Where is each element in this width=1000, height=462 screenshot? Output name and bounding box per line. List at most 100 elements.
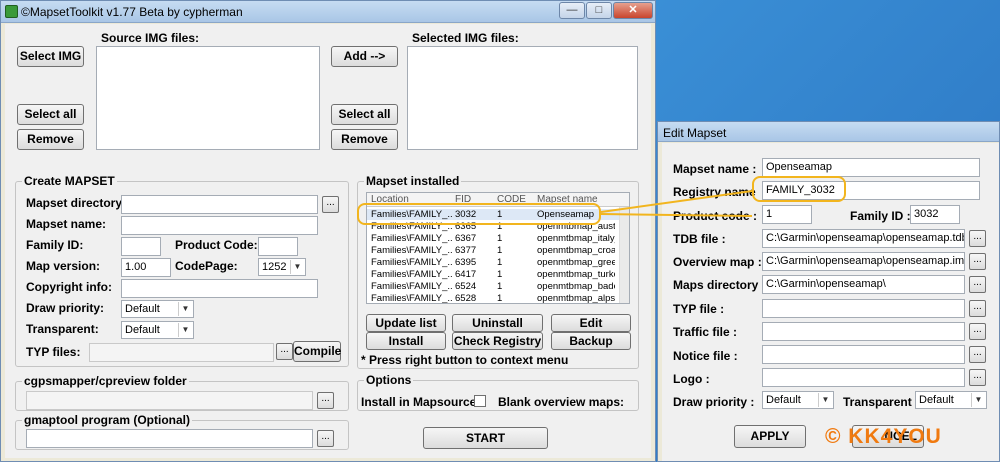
- check-registry-button[interactable]: Check Registry: [452, 332, 543, 350]
- edit-draw-priority-select[interactable]: Default ▼: [762, 391, 834, 409]
- edit-button[interactable]: Edit: [551, 314, 631, 332]
- codepage-select[interactable]: 1252 ▼: [258, 258, 306, 276]
- minimize-button[interactable]: —: [559, 2, 585, 19]
- update-list-button[interactable]: Update list: [366, 314, 446, 332]
- tdb-file-browse-button[interactable]: ...: [969, 230, 986, 247]
- logo-label: Logo :: [673, 372, 710, 386]
- typ-file-browse-button[interactable]: ...: [969, 300, 986, 317]
- edit-transparent-label: Transparent :: [843, 395, 920, 409]
- row-code: 1: [497, 233, 503, 244]
- copyright-input[interactable]: [121, 279, 318, 298]
- draw-priority-select[interactable]: Default ▼: [121, 300, 194, 318]
- source-img-list[interactable]: [96, 46, 320, 150]
- install-button[interactable]: Install: [366, 332, 446, 350]
- traffic-file-input[interactable]: [762, 322, 965, 341]
- compile-button[interactable]: Compile: [293, 341, 341, 362]
- main-titlebar[interactable]: ©MapsetToolkit v1.77 Beta by cypherman —…: [1, 1, 655, 23]
- gmaptool-input[interactable]: [26, 429, 313, 448]
- row-name: openmtbmap_croatia: [537, 245, 615, 256]
- select-all-selected-button[interactable]: Select all: [331, 104, 398, 125]
- row-location: Families\FAMILY_...: [371, 293, 453, 304]
- maximize-button[interactable]: □: [586, 2, 612, 19]
- add-button[interactable]: Add -->: [331, 46, 398, 67]
- row-location: Families\FAMILY_...: [371, 245, 453, 256]
- table-row[interactable]: Families\FAMILY_... 6524 1 openmtbmap_ba…: [367, 281, 627, 292]
- table-row[interactable]: Families\FAMILY_... 6377 1 openmtbmap_cr…: [367, 245, 627, 256]
- apply-button[interactable]: APPLY: [734, 425, 806, 448]
- context-menu-note: * Press right button to context menu: [361, 353, 569, 367]
- map-version-input[interactable]: 1.00: [121, 258, 171, 277]
- typ-file-input[interactable]: [762, 299, 965, 318]
- highlight-selected-row: [357, 203, 601, 225]
- notice-file-input[interactable]: [762, 345, 965, 364]
- transparent-select[interactable]: Default ▼: [121, 321, 194, 339]
- edit-transparent-select[interactable]: Default ▼: [915, 391, 987, 409]
- select-all-source-button[interactable]: Select all: [17, 104, 84, 125]
- options-title: Options: [364, 373, 414, 387]
- remove-source-button[interactable]: Remove: [17, 129, 84, 150]
- uninstall-button[interactable]: Uninstall: [452, 314, 543, 332]
- row-fid: 6377: [455, 245, 477, 256]
- row-fid: 6367: [455, 233, 477, 244]
- gmaptool-title: gmaptool program (Optional): [22, 413, 192, 427]
- copyright-label: Copyright info:: [26, 280, 112, 294]
- selected-img-label: Selected IMG files:: [412, 31, 519, 45]
- row-fid: 6417: [455, 269, 477, 280]
- family-id-input[interactable]: [121, 237, 161, 256]
- edit-draw-priority-value: Default: [766, 394, 801, 406]
- typ-files-label: TYP files:: [26, 345, 81, 359]
- mapset-name-input[interactable]: [121, 216, 318, 235]
- backup-button[interactable]: Backup: [551, 332, 631, 350]
- watermark-logo: © KK4YOU: [825, 425, 942, 448]
- draw-priority-label: Draw priority:: [26, 301, 105, 315]
- notice-file-label: Notice file :: [673, 349, 738, 363]
- transparent-label: Transparent:: [26, 322, 99, 336]
- traffic-file-browse-button[interactable]: ...: [969, 323, 986, 340]
- notice-file-browse-button[interactable]: ...: [969, 346, 986, 363]
- select-img-button[interactable]: Select IMG: [17, 46, 84, 67]
- logo-browse-button[interactable]: ...: [969, 369, 986, 386]
- table-row[interactable]: Families\FAMILY_... 6417 1 openmtbmap_tu…: [367, 269, 627, 280]
- chevron-down-icon: ▼: [971, 393, 985, 407]
- edit-mapset-titlebar[interactable]: Edit Mapset: [658, 122, 999, 142]
- maps-directory-label: Maps directory :: [673, 278, 766, 292]
- install-in-mapsource-label: Install in Mapsource:: [361, 395, 481, 409]
- row-code: 1: [497, 281, 503, 292]
- row-fid: 6524: [455, 281, 477, 292]
- overview-map-browse-button[interactable]: ...: [969, 253, 986, 270]
- product-code-input[interactable]: [258, 237, 298, 256]
- edit-family-id-input[interactable]: 3032: [910, 205, 960, 224]
- row-location: Families\FAMILY_...: [371, 233, 453, 244]
- app-icon: [5, 5, 18, 18]
- gmaptool-browse-button[interactable]: ...: [317, 430, 334, 447]
- overview-map-input[interactable]: C:\Garmin\openseamap\openseamap.img: [762, 252, 965, 271]
- close-button[interactable]: ✕: [613, 2, 653, 19]
- tdb-file-input[interactable]: C:\Garmin\openseamap\openseamap.tdb: [762, 229, 965, 248]
- install-in-mapsource-checkbox[interactable]: [474, 395, 486, 407]
- edit-mapset-name-input[interactable]: Openseamap: [762, 158, 980, 177]
- edit-family-id-label: Family ID :: [850, 209, 911, 223]
- traffic-file-label: Traffic file :: [673, 325, 738, 339]
- table-row[interactable]: Families\FAMILY_... 6395 1 openmtbmap_gr…: [367, 257, 627, 268]
- mapset-directory-input[interactable]: [121, 195, 318, 214]
- table-row[interactable]: Families\FAMILY_... 6367 1 openmtbmap_it…: [367, 233, 627, 244]
- start-button[interactable]: START: [423, 427, 548, 449]
- cgpsmapper-title: cgpsmapper/cpreview folder: [22, 374, 189, 388]
- main-window: ©MapsetToolkit v1.77 Beta by cypherman —…: [0, 0, 656, 462]
- typ-files-browse-button[interactable]: ...: [276, 343, 293, 360]
- row-code: 1: [497, 257, 503, 268]
- family-id-label: Family ID:: [26, 238, 84, 252]
- mapset-directory-browse-button[interactable]: ...: [322, 196, 339, 213]
- row-code: 1: [497, 269, 503, 280]
- maps-directory-browse-button[interactable]: ...: [969, 276, 986, 293]
- selected-img-list[interactable]: [407, 46, 638, 150]
- cgpsmapper-browse-button[interactable]: ...: [317, 392, 334, 409]
- typ-files-input[interactable]: [89, 343, 274, 362]
- maps-directory-input[interactable]: C:\Garmin\openseamap\: [762, 275, 965, 294]
- edit-product-code-input[interactable]: 1: [762, 205, 812, 224]
- row-name: openmtbmap_alps: [537, 293, 615, 304]
- remove-selected-button[interactable]: Remove: [331, 129, 398, 150]
- table-row[interactable]: Families\FAMILY_... 6528 1 openmtbmap_al…: [367, 293, 627, 304]
- logo-input[interactable]: [762, 368, 965, 387]
- cgpsmapper-input[interactable]: [26, 391, 313, 410]
